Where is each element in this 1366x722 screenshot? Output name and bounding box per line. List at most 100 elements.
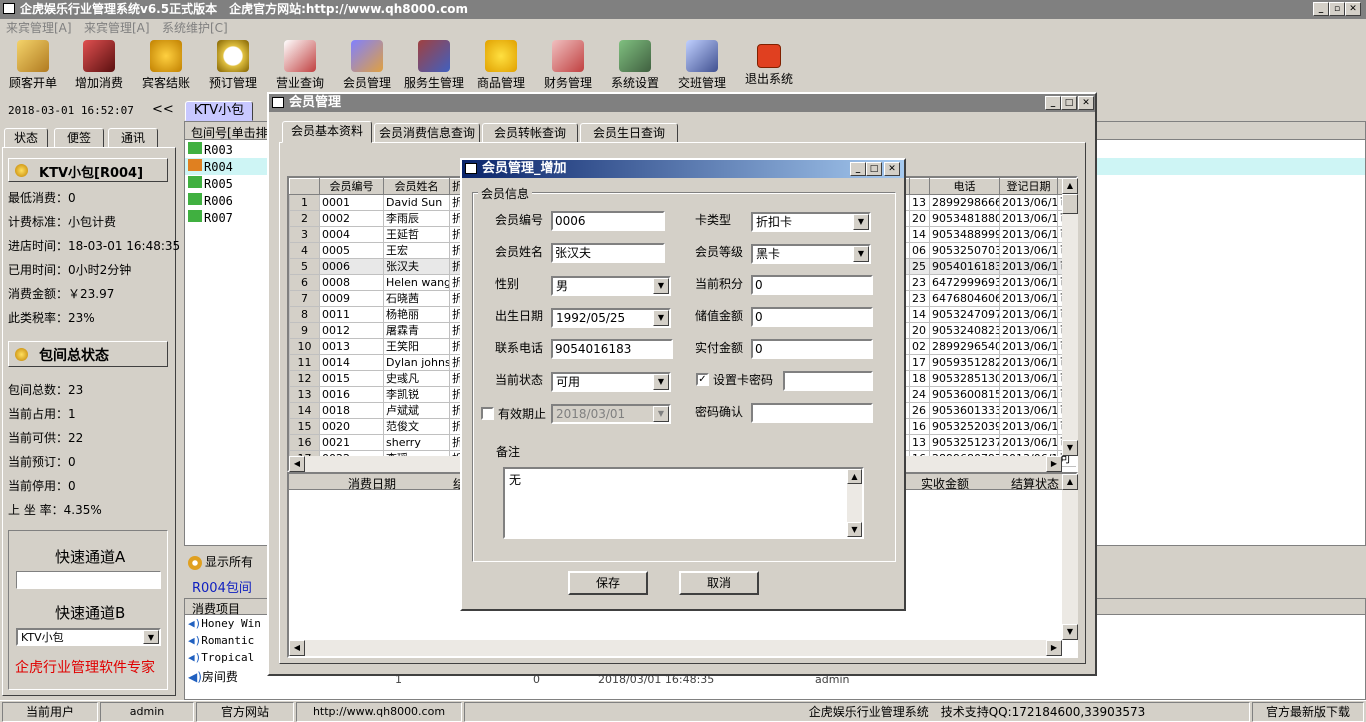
member-grid-vscroll[interactable]	[1062, 178, 1078, 456]
quick-a-input[interactable]	[16, 571, 161, 589]
points-input[interactable]: 0	[751, 275, 873, 295]
toolbar-booking[interactable]: 预订管理	[200, 40, 266, 91]
scroll-up-button[interactable]: ▲	[1062, 178, 1078, 194]
toolbar-shift[interactable]: 交班管理	[669, 40, 735, 91]
chevron-down-icon[interactable]: ▼	[653, 374, 669, 390]
tab-member-basic[interactable]: 会员基本资料	[282, 121, 372, 143]
birth-date-picker[interactable]: 1992/05/25 ▼	[551, 308, 671, 328]
tab-member-consume[interactable]: 会员消费信息查询	[374, 123, 480, 143]
toolbar-exit[interactable]: 退出系统	[736, 40, 802, 87]
consume-item[interactable]: ◀)房间费	[188, 668, 238, 685]
member-level-select[interactable]: 黑卡 ▼	[751, 244, 871, 264]
col-member-id[interactable]: 会员编号	[319, 178, 384, 195]
member-name-label: 会员姓名	[495, 245, 544, 259]
tab-ktv-small[interactable]: KTV小包	[185, 101, 253, 121]
detail-hscroll[interactable]	[289, 640, 1062, 656]
toolbar-member[interactable]: 会员管理	[334, 40, 400, 91]
save-button[interactable]: 保存	[568, 571, 648, 595]
expire-checkbox[interactable]	[481, 407, 494, 420]
card-password-input[interactable]	[783, 371, 873, 391]
key-icon	[17, 40, 49, 72]
phone-cell: 9054016183	[929, 258, 1000, 275]
toolbar-checkout[interactable]: 宾客结账	[133, 40, 199, 91]
col-received[interactable]: 实收金额	[921, 475, 969, 492]
detail-vscroll[interactable]	[1062, 474, 1078, 640]
scroll-left-button[interactable]: ◀	[289, 640, 305, 656]
scroll-left-button[interactable]: ◀	[289, 456, 305, 472]
set-password-checkbox[interactable]: ✓	[696, 373, 709, 386]
minimize-button[interactable]: _	[1313, 2, 1329, 16]
sex-select[interactable]: 男 ▼	[551, 276, 671, 296]
toolbar-staff[interactable]: 服务生管理	[401, 40, 467, 91]
paid-input[interactable]: 0	[751, 339, 873, 359]
room-icon	[188, 142, 202, 154]
room-item-r005[interactable]: R005	[188, 176, 233, 191]
menu-system[interactable]: 系统维护[C]	[162, 19, 228, 37]
show-all-option[interactable]: 显示所有	[188, 553, 253, 570]
toolbar-goods[interactable]: 商品管理	[468, 40, 534, 91]
toolbar-add-consume[interactable]: 增加消费	[66, 40, 132, 91]
col-member-name[interactable]: 会员姓名	[383, 178, 450, 195]
room-item-r004[interactable]: R004	[188, 159, 233, 174]
scroll-down-button[interactable]: ▼	[1062, 624, 1078, 640]
chevron-down-icon[interactable]: ▼	[653, 310, 669, 326]
tab-notes[interactable]: 便签	[54, 128, 104, 148]
quick-b-select[interactable]: KTV小包 ▼	[16, 628, 161, 646]
consume-item[interactable]: ◀)Honey Win	[188, 617, 261, 630]
member-name-cell: 杨艳丽	[383, 306, 450, 323]
status-official-url[interactable]: http://www.qh8000.com	[296, 702, 462, 722]
toolbar-finance[interactable]: 财务管理	[535, 40, 601, 91]
col-settle-status[interactable]: 结算状态	[1011, 475, 1059, 492]
chevron-down-icon[interactable]: ▼	[653, 278, 669, 294]
sex-label: 性别	[495, 277, 520, 291]
chevron-down-icon[interactable]: ▼	[853, 214, 869, 230]
status-download-link[interactable]: 官方最新版下载	[1252, 702, 1364, 722]
summary-disabled: 当前停用：0	[8, 479, 76, 493]
maximize-button[interactable]: □	[866, 162, 882, 176]
minimize-button[interactable]: _	[1045, 96, 1061, 110]
col-phone[interactable]: 电话	[929, 178, 1000, 195]
member-id-input[interactable]: 0006	[551, 211, 665, 231]
consume-item[interactable]: ◀)Romantic	[188, 634, 254, 647]
tab-member-transfer[interactable]: 会员转帐查询	[482, 123, 578, 143]
toolbar-settings[interactable]: 系统设置	[602, 40, 668, 91]
scroll-down-button[interactable]: ▼	[1062, 440, 1078, 456]
tab-member-birthday[interactable]: 会员生日查询	[580, 123, 678, 143]
col-register-date[interactable]: 登记日期	[999, 178, 1058, 195]
menu-guest-a[interactable]: 来宾管理[A]	[6, 19, 72, 37]
scroll-thumb[interactable]	[1062, 194, 1078, 214]
phone-input[interactable]: 9054016183	[551, 339, 673, 359]
scroll-right-button[interactable]: ▶	[1046, 640, 1062, 656]
toolbar-open-order[interactable]: 顾客开单	[0, 40, 66, 91]
member-name-input[interactable]: 张汉夫	[551, 243, 665, 263]
cancel-button[interactable]: 取消	[679, 571, 759, 595]
collapse-button[interactable]: <<	[152, 102, 174, 117]
chevron-down-icon[interactable]: ▼	[143, 630, 159, 644]
chevron-down-icon[interactable]: ▼	[853, 246, 869, 262]
confirm-password-input[interactable]	[751, 403, 873, 423]
room-item-r003[interactable]: R003	[188, 142, 233, 157]
status-select[interactable]: 可用 ▼	[551, 372, 671, 392]
register-date-cell: 2013/06/17	[999, 402, 1058, 419]
close-button[interactable]: ✕	[1345, 2, 1361, 16]
card-type-select[interactable]: 折扣卡 ▼	[751, 212, 871, 232]
scroll-right-button[interactable]: ▶	[1046, 456, 1062, 472]
scroll-up-button[interactable]: ▲	[847, 469, 862, 484]
close-button[interactable]: ✕	[884, 162, 900, 176]
close-button[interactable]: ✕	[1078, 96, 1094, 110]
room-item-r007[interactable]: R007	[188, 210, 233, 225]
consume-item[interactable]: ◀)Tropical	[188, 651, 254, 664]
toolbar-business-query[interactable]: 营业查询	[267, 40, 333, 91]
minimize-button[interactable]: _	[850, 162, 866, 176]
note-textarea[interactable]: 无	[503, 467, 864, 539]
col-consume-date[interactable]: 消费日期	[348, 475, 396, 492]
scroll-up-button[interactable]: ▲	[1062, 474, 1078, 490]
scroll-down-button[interactable]: ▼	[847, 522, 862, 537]
maximize-button[interactable]: □	[1061, 96, 1077, 110]
restore-button[interactable]: ▫	[1329, 2, 1345, 16]
menu-guest-b[interactable]: 来宾管理[A]	[84, 19, 150, 37]
tab-comm[interactable]: 通讯	[108, 128, 158, 148]
tab-status[interactable]: 状态	[4, 128, 48, 148]
room-item-r006[interactable]: R006	[188, 193, 233, 208]
stored-value-input[interactable]: 0	[751, 307, 873, 327]
